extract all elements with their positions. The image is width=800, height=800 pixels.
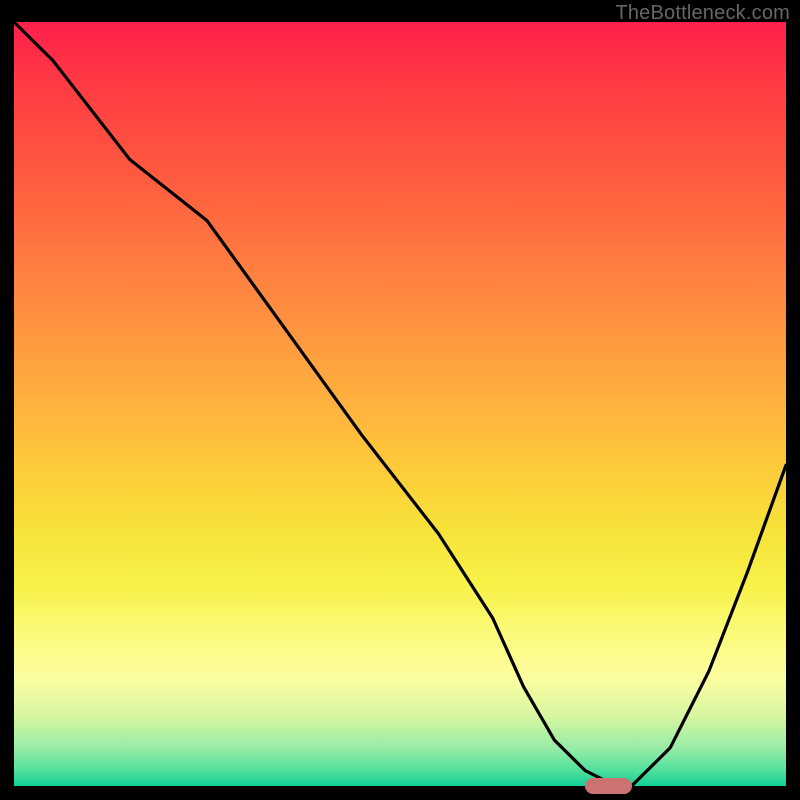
watermark-text: TheBottleneck.com [615,2,790,25]
optimal-marker [585,778,631,794]
bottleneck-curve [14,22,786,786]
chart-frame: TheBottleneck.com [0,0,800,800]
